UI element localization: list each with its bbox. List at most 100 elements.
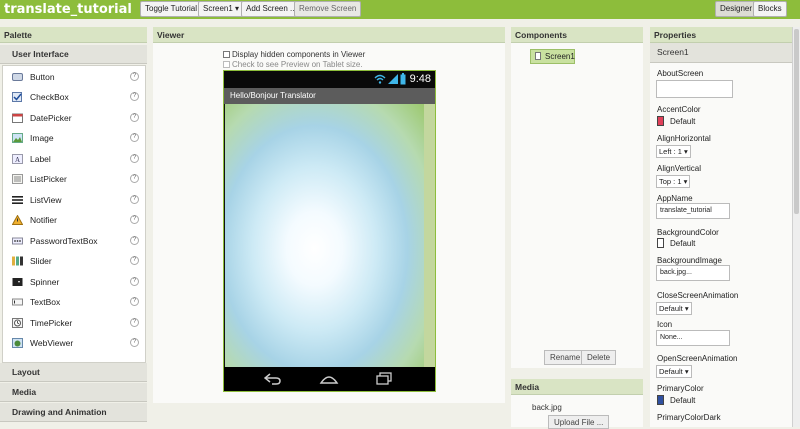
primary-color-swatch[interactable] — [657, 395, 664, 405]
palette-item-passwordtextbox[interactable]: PasswordTextBox ? — [3, 231, 145, 251]
top-toolbar: translate_tutorial Toggle Tutorial Scree… — [0, 0, 800, 19]
help-icon[interactable]: ? — [130, 174, 139, 183]
recent-apps-icon — [376, 372, 392, 385]
help-icon[interactable]: ? — [130, 72, 139, 81]
palette-item-label: TextBox — [30, 297, 61, 307]
tablet-preview-checkbox[interactable] — [223, 61, 230, 68]
listview-icon — [12, 196, 23, 204]
prop-icon-label: Icon — [657, 320, 673, 329]
designer-button[interactable]: Designer — [715, 1, 758, 17]
palette-category-layout[interactable]: Layout — [0, 363, 147, 382]
accent-color-swatch[interactable] — [657, 116, 664, 126]
prop-background-color-label: BackgroundColor — [657, 228, 719, 237]
align-horizontal-select[interactable]: Left : 1 ▾ — [656, 145, 691, 158]
palette-item-datepicker[interactable]: DatePicker ? — [3, 108, 145, 128]
home-icon — [319, 376, 339, 384]
textbox-icon — [12, 298, 23, 306]
screen-scroll-strip — [424, 104, 435, 367]
open-screen-animation-select[interactable]: Default ▾ — [656, 365, 692, 378]
close-screen-animation-select[interactable]: Default ▾ — [656, 302, 692, 315]
palette-item-label[interactable]: A Label ? — [3, 149, 145, 169]
palette-item-label: Label — [30, 154, 51, 164]
palette-item-notifier[interactable]: Notifier ? — [3, 210, 145, 230]
palette-category-media[interactable]: Media — [0, 383, 147, 402]
palette-item-checkbox[interactable]: CheckBox ? — [3, 87, 145, 107]
help-icon[interactable]: ? — [130, 133, 139, 142]
palette-item-image[interactable]: Image ? — [3, 128, 145, 148]
help-icon[interactable]: ? — [130, 338, 139, 347]
label-icon: A — [12, 154, 23, 164]
background-image-picker[interactable]: back.jpg... — [656, 265, 730, 281]
help-icon[interactable]: ? — [130, 297, 139, 306]
datepicker-icon — [12, 113, 23, 123]
palette-item-label: PasswordTextBox — [30, 236, 98, 246]
palette-item-slider[interactable]: Slider ? — [3, 251, 145, 271]
phone-nav-bar — [224, 367, 435, 391]
remove-screen-button[interactable]: Remove Screen — [294, 1, 362, 17]
help-icon[interactable]: ? — [130, 256, 139, 265]
button-icon — [12, 73, 23, 81]
webviewer-icon — [12, 338, 23, 348]
palette-item-webviewer[interactable]: WebViewer ? — [3, 333, 145, 353]
primary-color-value[interactable]: Default — [670, 396, 695, 405]
palette-item-label: ListPicker — [30, 174, 67, 184]
palette-section-user-interface[interactable]: User Interface — [0, 45, 147, 64]
palette-item-listview[interactable]: ListView ? — [3, 190, 145, 210]
palette-item-label: Slider — [30, 256, 52, 266]
palette-category-drawing-and-animation[interactable]: Drawing and Animation — [0, 403, 147, 422]
battery-icon — [400, 73, 406, 85]
component-tree-screen1[interactable]: Screen1 — [530, 49, 575, 64]
palette-item-textbox[interactable]: TextBox ? — [3, 292, 145, 312]
spinner-icon — [12, 278, 23, 286]
help-icon[interactable]: ? — [130, 154, 139, 163]
accent-color-value[interactable]: Default — [670, 117, 695, 126]
palette-item-list: Button ? CheckBox ? DatePicker ? Image ?… — [2, 65, 146, 363]
delete-button[interactable]: Delete — [581, 350, 617, 365]
screen-icon — [535, 52, 541, 60]
help-icon[interactable]: ? — [130, 236, 139, 245]
prop-close-screen-animation-label: CloseScreenAnimation — [657, 291, 739, 300]
properties-scrollbar[interactable] — [792, 27, 800, 427]
palette-item-label: TimePicker — [30, 318, 73, 328]
prop-align-horizontal-label: AlignHorizontal — [657, 134, 711, 143]
background-color-value[interactable]: Default — [670, 239, 695, 248]
app-name-input[interactable]: translate_tutorial — [656, 203, 730, 219]
palette-item-button[interactable]: Button ? — [3, 67, 145, 87]
components-panel — [511, 43, 643, 368]
palette-item-listpicker[interactable]: ListPicker ? — [3, 169, 145, 189]
palette-header: Palette — [0, 27, 147, 43]
password-icon — [12, 237, 23, 245]
media-header: Media — [511, 379, 643, 395]
palette-item-timepicker[interactable]: TimePicker ? — [3, 313, 145, 333]
toggle-tutorial-button[interactable]: Toggle Tutorial — [140, 1, 203, 17]
prop-primary-color-label: PrimaryColor — [657, 384, 704, 393]
align-vertical-select[interactable]: Top : 1 ▾ — [656, 175, 691, 188]
help-icon[interactable]: ? — [130, 195, 139, 204]
slider-icon — [12, 256, 23, 266]
help-icon[interactable]: ? — [130, 277, 139, 286]
help-icon[interactable]: ? — [130, 92, 139, 101]
palette-item-label: Notifier — [30, 215, 57, 225]
wifi-icon — [374, 74, 386, 84]
screen-background-image[interactable] — [225, 104, 424, 367]
add-screen-button[interactable]: Add Screen ... — [241, 1, 302, 17]
blocks-button[interactable]: Blocks — [753, 1, 787, 17]
scrollbar-thumb[interactable] — [794, 29, 799, 214]
hidden-components-checkbox[interactable] — [223, 51, 230, 58]
palette-item-spinner[interactable]: Spinner ? — [3, 272, 145, 292]
background-color-swatch[interactable] — [657, 238, 664, 248]
rename-button[interactable]: Rename — [544, 350, 587, 365]
prop-about-screen-textarea[interactable] — [656, 80, 733, 98]
properties-header: Properties — [650, 27, 792, 43]
help-icon[interactable]: ? — [130, 318, 139, 327]
prop-background-image-label: BackgroundImage — [657, 256, 722, 265]
help-icon[interactable]: ? — [130, 215, 139, 224]
status-clock: 9:48 — [409, 73, 431, 85]
palette-item-label: Spinner — [30, 277, 60, 287]
palette-item-label: Image — [30, 133, 54, 143]
icon-picker[interactable]: None... — [656, 330, 730, 346]
screen-select-dropdown[interactable]: Screen1 ▾ — [198, 1, 245, 17]
back-icon — [264, 373, 281, 385]
help-icon[interactable]: ? — [130, 113, 139, 122]
media-file-back-jpg[interactable]: back.jpg — [532, 403, 562, 412]
